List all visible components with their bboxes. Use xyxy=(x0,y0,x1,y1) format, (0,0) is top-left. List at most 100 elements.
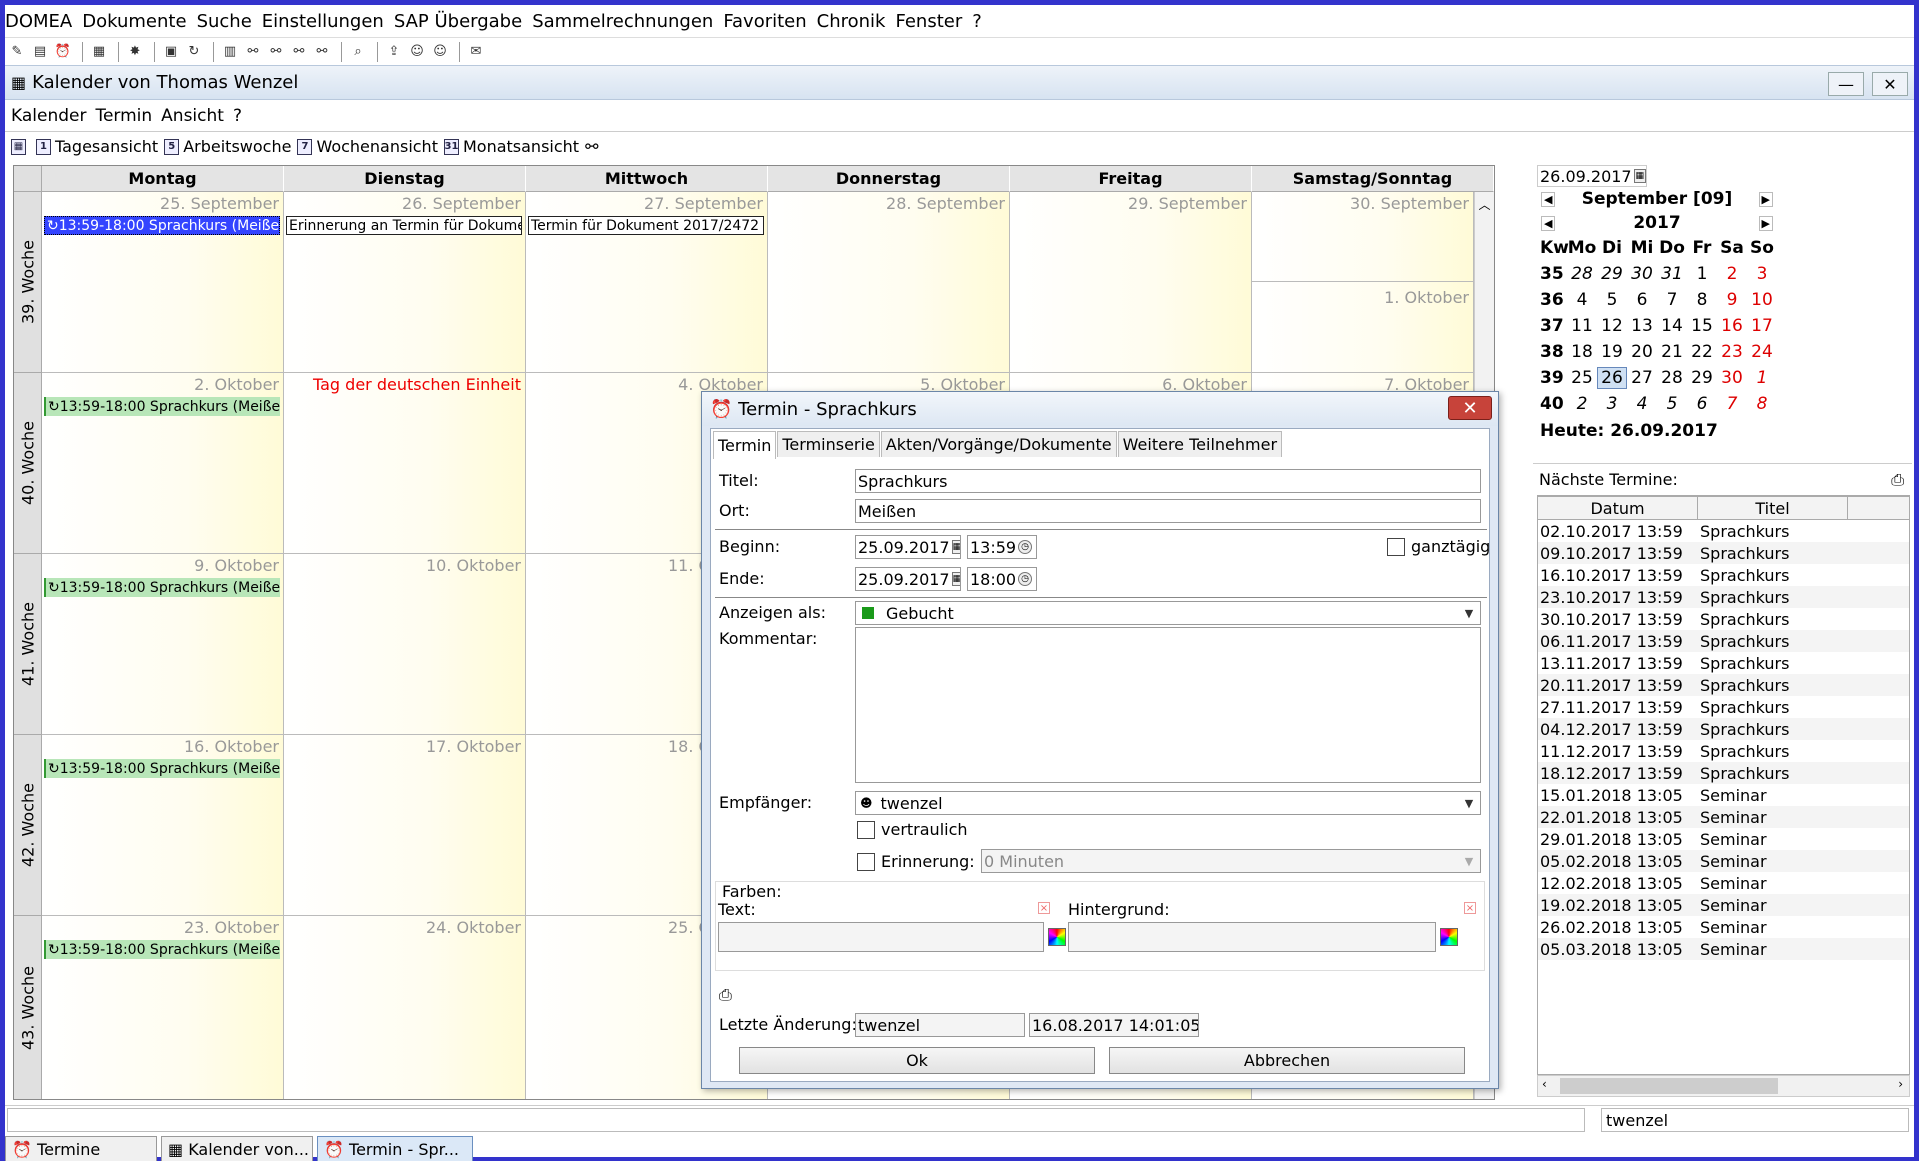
star-icon[interactable]: ✸ xyxy=(125,42,145,62)
minical-day[interactable]: 15 xyxy=(1687,316,1717,336)
minical-day[interactable]: 28 xyxy=(1567,264,1597,284)
prev-month-button[interactable]: ◀ xyxy=(1541,191,1556,207)
minical-day[interactable]: 7 xyxy=(1657,290,1687,310)
minical-day[interactable]: 30 xyxy=(1717,368,1747,388)
erinnerung-select[interactable]: 0 Minuten ▼ xyxy=(981,849,1481,873)
menu-suche[interactable]: Suche xyxy=(197,11,252,32)
ende-time-input[interactable]: 18:00 ◷ xyxy=(967,567,1037,591)
event-selected[interactable]: ↻ 13:59-18:00 Sprachkurs (Meißen) xyxy=(44,216,280,235)
day-cell[interactable]: 26. September Erinnerung an Termin für D… xyxy=(284,192,526,373)
minical-day[interactable]: 9 xyxy=(1717,290,1747,310)
table-row[interactable]: 05.03.2018 13:05 Seminar xyxy=(1538,938,1909,960)
day-cell[interactable]: 1. Oktober xyxy=(1252,282,1474,373)
minical-day-selected[interactable]: 26 xyxy=(1597,367,1627,389)
new-appointment-button[interactable]: ▦ xyxy=(11,138,30,155)
minical-day[interactable]: 14 xyxy=(1657,316,1687,336)
chevron-down-icon[interactable]: ▼ xyxy=(1460,852,1478,870)
day-cell[interactable]: 29. September xyxy=(1010,192,1252,373)
binoculars-tree-icon[interactable]: ⚯ xyxy=(312,42,332,62)
scroll-left-icon[interactable]: ‹ xyxy=(1542,1077,1547,1091)
calendar-icon[interactable]: ▦ xyxy=(89,42,109,62)
day-cell[interactable]: 23. Oktober ↻ 13:59-18:00 Sprachkurs (Me… xyxy=(42,916,284,1099)
table-row[interactable]: 04.12.2017 13:59 Sprachkurs xyxy=(1538,718,1909,740)
day-cell[interactable]: 17. Oktober xyxy=(284,735,526,916)
menu-einstellungen[interactable]: Einstellungen xyxy=(262,11,384,32)
tab-akten[interactable]: Akten/Vorgänge/Dokumente xyxy=(880,431,1117,457)
table-row[interactable]: 12.02.2018 13:05 Seminar xyxy=(1538,872,1909,894)
table-row[interactable]: 30.10.2017 13:59 Sprachkurs xyxy=(1538,608,1909,630)
minical-day[interactable]: 7 xyxy=(1717,394,1747,414)
minical-day[interactable]: 4 xyxy=(1567,290,1597,310)
day-cell[interactable]: 2. Oktober ↻ 13:59-18:00 Sprachkurs (Mei… xyxy=(42,373,284,554)
menu-help[interactable]: ? xyxy=(972,11,982,32)
beginn-date-input[interactable]: 25.09.2017 ▦ xyxy=(855,535,961,559)
background-color-field[interactable] xyxy=(1068,922,1436,952)
next-month-button[interactable]: ▶ xyxy=(1758,191,1773,207)
minical-day[interactable]: 4 xyxy=(1627,394,1657,414)
minical-day[interactable]: 18 xyxy=(1567,342,1597,362)
calendar-icon[interactable]: ▦ xyxy=(951,540,960,554)
titel-input[interactable]: Sprachkurs xyxy=(855,469,1481,493)
minical-day[interactable]: 30 xyxy=(1627,264,1657,284)
menu-domea[interactable]: DOMEA xyxy=(5,11,72,32)
ende-date-input[interactable]: 25.09.2017 ▦ xyxy=(855,567,961,591)
table-row[interactable]: 09.10.2017 13:59 Sprachkurs xyxy=(1538,542,1909,564)
clock-icon[interactable]: ◷ xyxy=(1018,540,1033,554)
scroll-up-icon[interactable]: ︿ xyxy=(1475,196,1494,213)
minical-day[interactable]: 16 xyxy=(1717,316,1747,336)
table-row[interactable]: 15.01.2018 13:05 Seminar xyxy=(1538,784,1909,806)
event-item[interactable]: ↻ 13:59-18:00 Sprachkurs (Meißen) xyxy=(44,759,280,778)
close-window-button[interactable]: ✕ xyxy=(1872,72,1908,96)
scroll-right-icon[interactable]: › xyxy=(1898,1077,1903,1091)
menu-dokumente[interactable]: Dokumente xyxy=(82,11,186,32)
minical-day[interactable]: 23 xyxy=(1717,342,1747,362)
vertraulich-checkbox[interactable] xyxy=(857,821,875,839)
minical-day[interactable]: 12 xyxy=(1597,316,1627,336)
minical-day[interactable]: 6 xyxy=(1627,290,1657,310)
day-cell[interactable]: 10. Oktober xyxy=(284,554,526,735)
binoculars-star-icon[interactable]: ⚯ xyxy=(289,42,309,62)
menu-sap[interactable]: SAP Übergabe xyxy=(394,11,522,32)
view-workweek-button[interactable]: 5 Arbeitswoche xyxy=(164,137,291,156)
table-row[interactable]: 16.10.2017 13:59 Sprachkurs xyxy=(1538,564,1909,586)
minical-day[interactable]: 6 xyxy=(1687,394,1717,414)
scroll-thumb[interactable] xyxy=(1560,1078,1778,1094)
table-row[interactable]: 26.02.2018 13:05 Seminar xyxy=(1538,916,1909,938)
table-row[interactable]: 11.12.2017 13:59 Sprachkurs xyxy=(1538,740,1909,762)
minical-day[interactable]: 1 xyxy=(1687,264,1717,284)
clear-background-color-icon[interactable]: × xyxy=(1464,902,1476,914)
minical-day[interactable]: 25 xyxy=(1567,368,1597,388)
minical-day[interactable]: 17 xyxy=(1747,316,1777,336)
menu-sammelrechnungen[interactable]: Sammelrechnungen xyxy=(532,11,713,32)
col-header-title[interactable]: Titel xyxy=(1698,497,1848,519)
minical-day[interactable]: 28 xyxy=(1657,368,1687,388)
menu-fenster[interactable]: Fenster xyxy=(895,11,962,32)
minical-day[interactable]: 5 xyxy=(1597,290,1627,310)
minimize-button[interactable]: — xyxy=(1828,72,1864,96)
minical-day[interactable]: 19 xyxy=(1597,342,1627,362)
print-icon[interactable]: ⎙ xyxy=(719,985,732,1005)
minical-day[interactable]: 2 xyxy=(1567,394,1597,414)
ganztaegig-checkbox[interactable] xyxy=(1387,538,1405,556)
minical-day[interactable]: 3 xyxy=(1747,264,1777,284)
horizontal-scrollbar[interactable]: ‹ › xyxy=(1537,1075,1910,1097)
stack-icon[interactable]: ▤ xyxy=(30,42,50,62)
day-cell[interactable]: 9. Oktober ↻ 13:59-18:00 Sprachkurs (Mei… xyxy=(42,554,284,735)
minical-day[interactable]: 2 xyxy=(1717,264,1747,284)
minical-day[interactable]: 11 xyxy=(1567,316,1597,336)
table-row[interactable]: 22.01.2018 13:05 Seminar xyxy=(1538,806,1909,828)
table-row[interactable]: 23.10.2017 13:59 Sprachkurs xyxy=(1538,586,1909,608)
pen-icon[interactable]: ✎ xyxy=(7,42,27,62)
menu-termin[interactable]: Termin xyxy=(95,106,152,126)
tab-termin[interactable]: Termin xyxy=(713,431,777,459)
book-icon[interactable]: ▣ xyxy=(161,42,181,62)
ok-button[interactable]: Ok xyxy=(739,1047,1095,1074)
tab-teilnehmer[interactable]: Weitere Teilnehmer xyxy=(1117,431,1283,457)
kommentar-textarea[interactable] xyxy=(855,627,1481,783)
table-row[interactable]: 18.12.2017 13:59 Sprachkurs xyxy=(1538,762,1909,784)
minical-day[interactable]: 10 xyxy=(1747,290,1777,310)
beginn-time-input[interactable]: 13:59 ◷ xyxy=(967,535,1037,559)
chevron-down-icon[interactable]: ▼ xyxy=(1460,794,1478,812)
minical-day[interactable]: 5 xyxy=(1657,394,1687,414)
minical-day[interactable]: 3 xyxy=(1597,394,1627,414)
